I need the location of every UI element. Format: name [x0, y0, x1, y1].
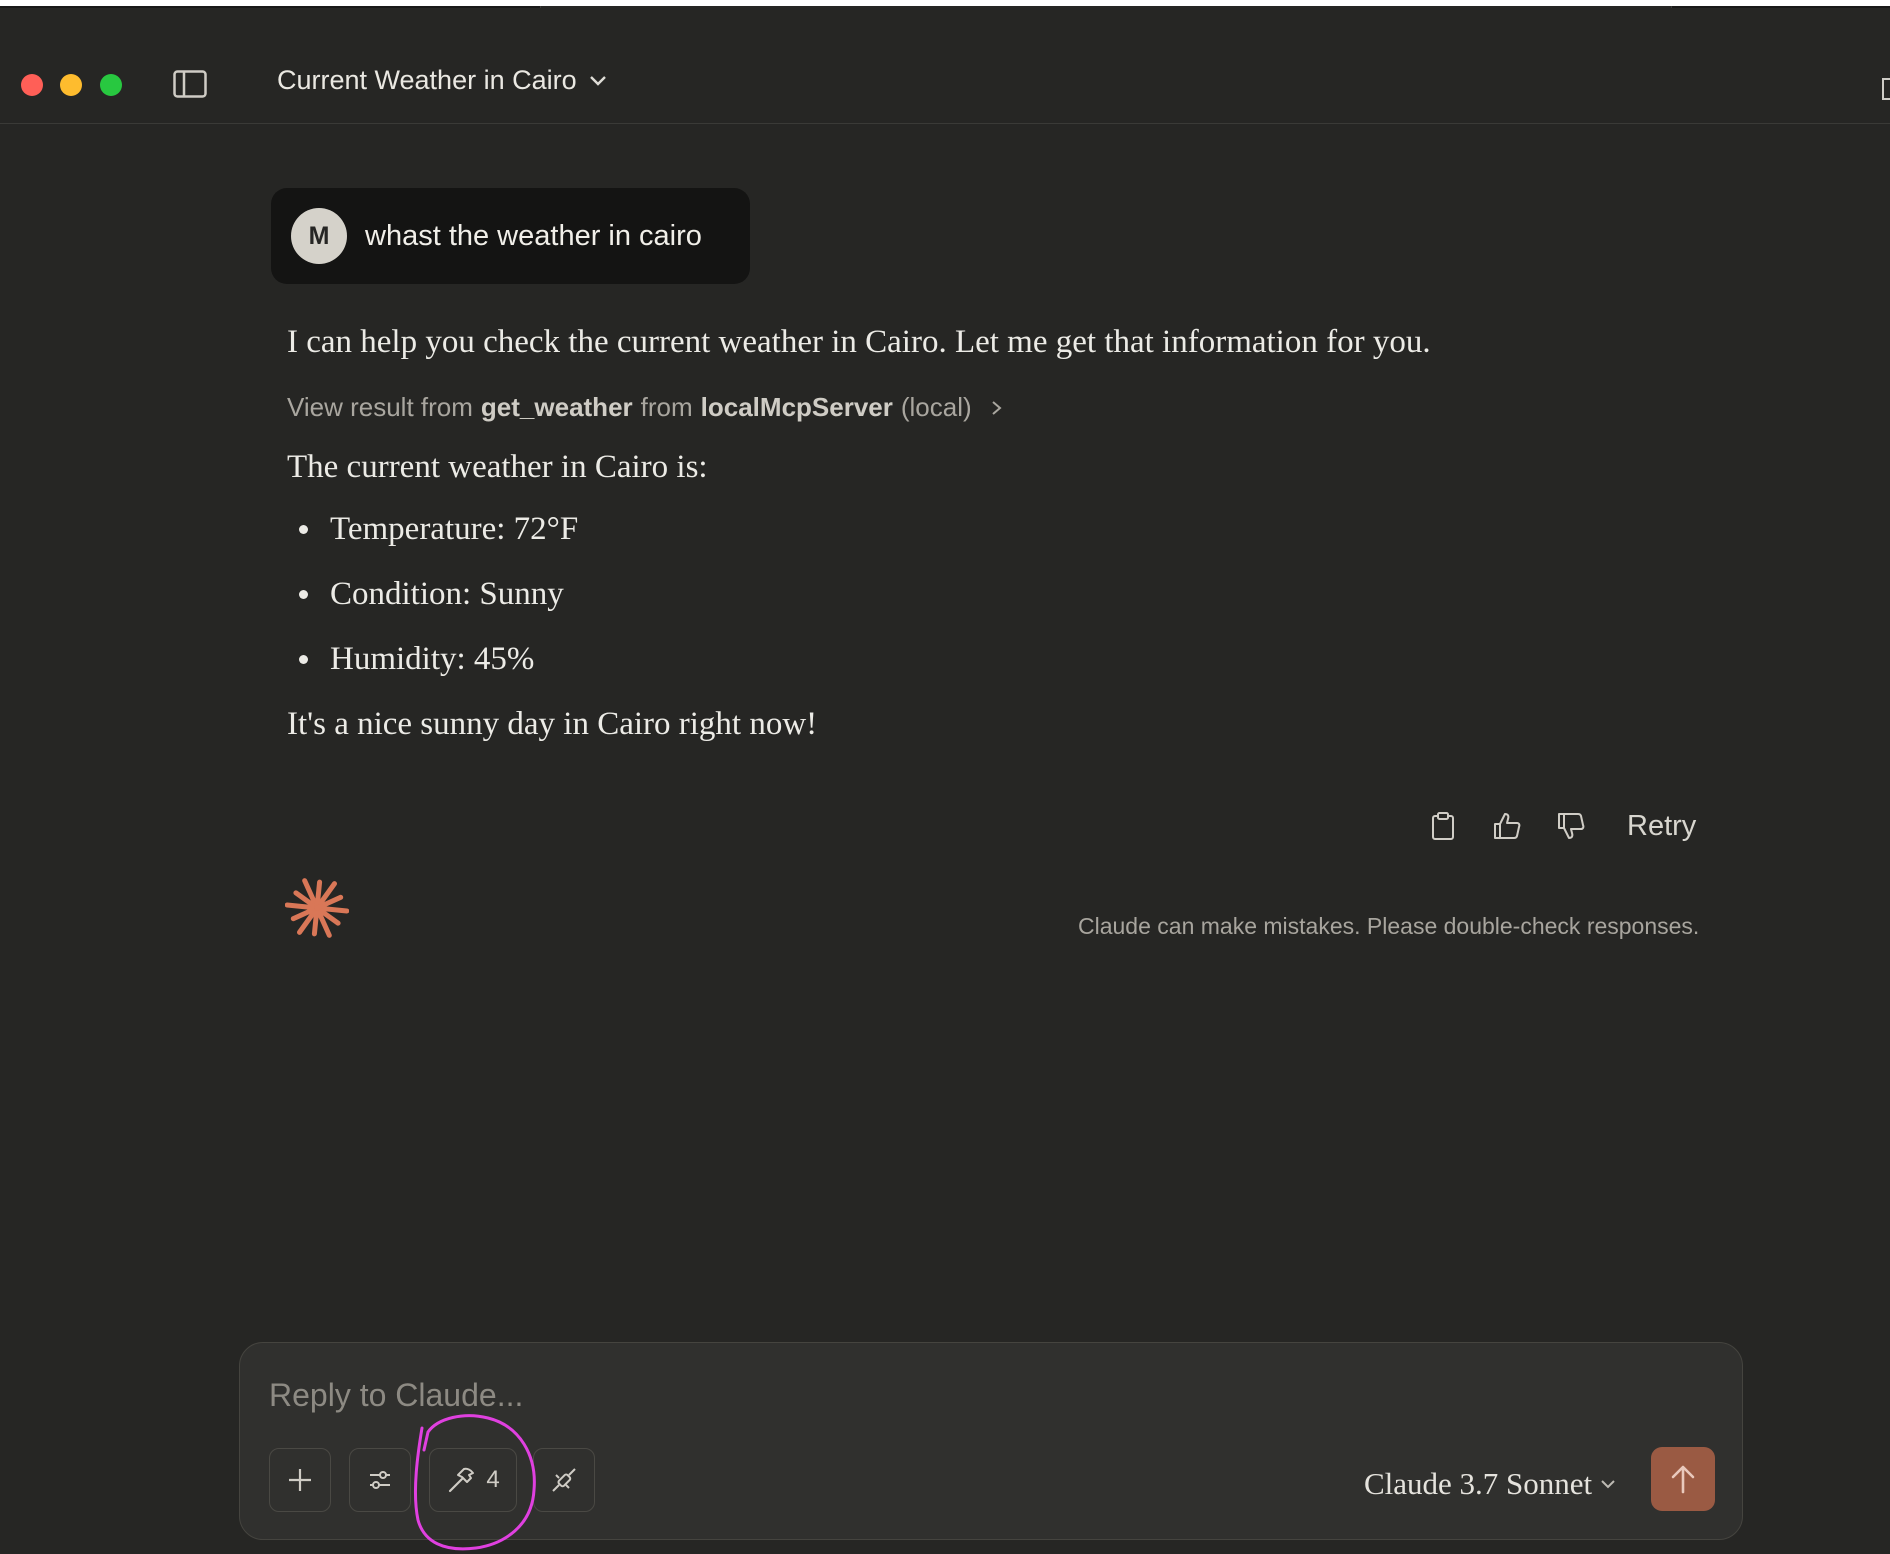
- window-edge-control: [1882, 78, 1890, 100]
- composer: Reply to Claude... 4 Claude 3.7 Sonnet: [239, 1342, 1743, 1540]
- assistant-intro: I can help you check the current weather…: [287, 324, 1431, 360]
- server-scope: (local): [900, 392, 972, 422]
- reply-input[interactable]: Reply to Claude...: [269, 1377, 523, 1414]
- thumbs-down-icon[interactable]: [1553, 808, 1589, 844]
- tool-result-from: from: [640, 392, 693, 422]
- list-item: Humidity: 45%: [287, 637, 1707, 681]
- weather-list: Temperature: 72°F Condition: Sunny Humid…: [287, 507, 1707, 681]
- sliders-icon: [370, 1471, 390, 1489]
- assistant-lead: The current weather in Cairo is:: [287, 449, 708, 485]
- add-attachment-button[interactable]: [269, 1448, 331, 1512]
- chevron-down-icon: [1601, 1480, 1615, 1489]
- tool-result-link[interactable]: View result from get_weather from localM…: [287, 392, 1707, 423]
- arrow-up-icon: [1671, 1465, 1695, 1494]
- tool-result-prefix: View result from: [287, 392, 473, 422]
- thumbs-up-icon[interactable]: [1489, 808, 1525, 844]
- assistant-message: I can help you check the current weather…: [287, 320, 1707, 746]
- retry-button[interactable]: Retry: [1627, 810, 1696, 843]
- title-bar: Current Weather in Cairo: [0, 8, 1890, 124]
- copy-icon[interactable]: [1425, 808, 1461, 844]
- plus-icon: [289, 1469, 311, 1491]
- tool-name: get_weather: [480, 392, 633, 422]
- disclaimer-text: Claude can make mistakes. Please double-…: [1078, 913, 1700, 939]
- chevron-right-icon: [992, 400, 1002, 415]
- plug-icon: [552, 1468, 576, 1492]
- message-actions: Retry: [1425, 808, 1696, 844]
- server-name: localMcpServer: [700, 392, 893, 422]
- model-label: Claude 3.7 Sonnet: [1364, 1466, 1593, 1501]
- tools-count: 4: [486, 1466, 500, 1493]
- list-item: Condition: Sunny: [287, 572, 1707, 616]
- chevron-down-icon: [589, 75, 606, 86]
- claude-spark-icon: [285, 878, 349, 938]
- sidebar-toggle-icon[interactable]: [173, 70, 207, 98]
- connect-button[interactable]: [533, 1448, 595, 1512]
- conversation-title-dropdown[interactable]: Current Weather in Cairo: [277, 65, 607, 96]
- user-message: M whast the weather in cairo: [271, 188, 750, 284]
- tools-button[interactable]: 4: [429, 1448, 517, 1512]
- conversation-title: Current Weather in Cairo: [277, 65, 577, 95]
- minimize-window-button[interactable]: [60, 74, 82, 96]
- list-item: Temperature: 72°F: [287, 507, 1707, 551]
- user-message-text: whast the weather in cairo: [365, 219, 702, 252]
- assistant-closing: It's a nice sunny day in Cairo right now…: [287, 706, 818, 742]
- send-button[interactable]: [1651, 1447, 1715, 1511]
- options-button[interactable]: [349, 1448, 411, 1512]
- model-selector[interactable]: Claude 3.7 Sonnet: [1364, 1466, 1616, 1502]
- close-window-button[interactable]: [21, 74, 43, 96]
- avatar: M: [291, 208, 347, 264]
- maximize-window-button[interactable]: [100, 74, 122, 96]
- window-top-strip: [0, 0, 1890, 19]
- hammer-icon: [449, 1467, 475, 1493]
